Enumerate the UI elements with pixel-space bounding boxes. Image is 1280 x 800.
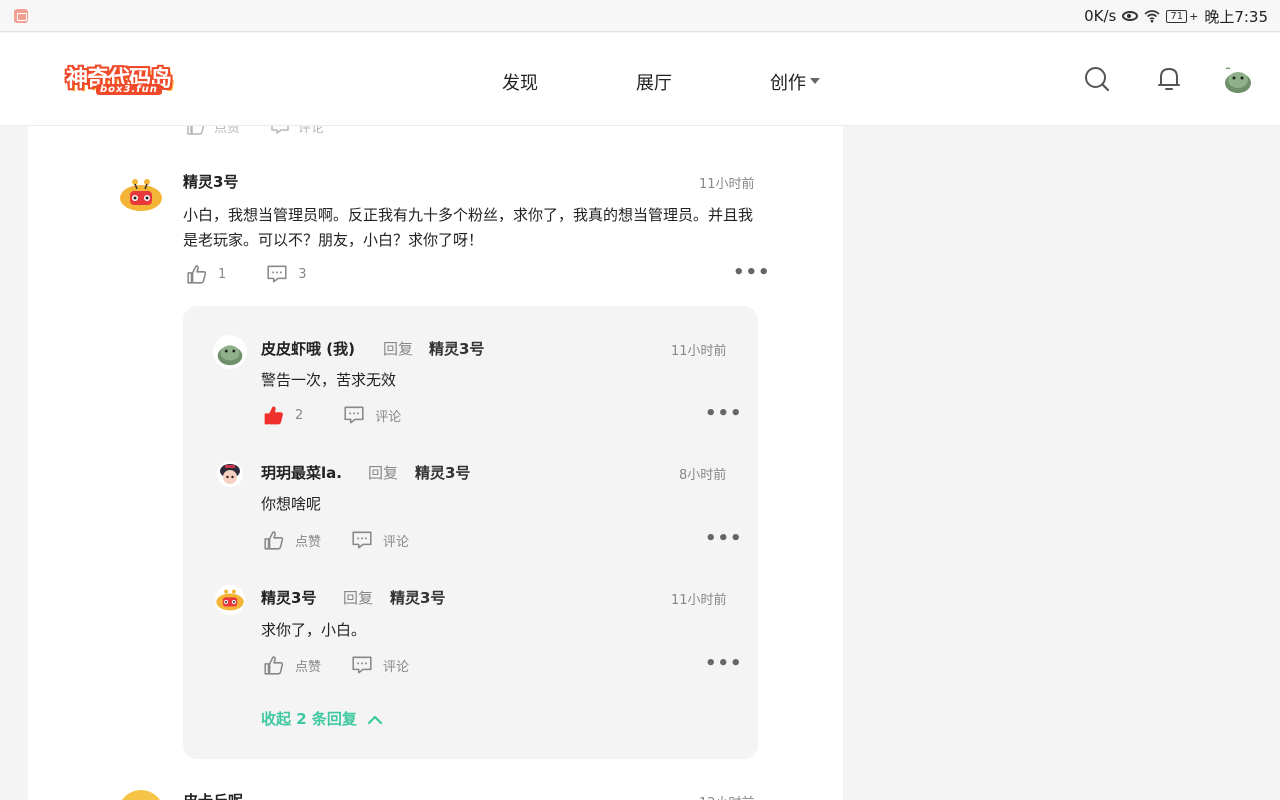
comment-button[interactable]: 评论 (351, 654, 409, 676)
like-count: 1 (218, 266, 227, 282)
reply-time: 8小时前 (679, 468, 727, 483)
logo-subtext: box3.fun (96, 84, 162, 95)
comment-icon (352, 531, 372, 549)
nav-create[interactable]: 创作 (770, 69, 820, 95)
more-icon[interactable]: ••• (733, 262, 771, 283)
status-indicators: 0K/s 71 + 晚上7:35 (1084, 6, 1268, 26)
like-label: 点赞 (295, 534, 322, 550)
more-icon[interactable]: ••• (733, 126, 764, 133)
comment-author[interactable]: 精灵3号 (183, 171, 238, 192)
caret-down-icon (810, 78, 820, 84)
like-button[interactable]: 点赞 (263, 529, 321, 551)
comment-author[interactable]: 皮卡丘呢 (183, 790, 243, 800)
reply-author[interactable]: 精灵3号 (261, 587, 316, 608)
mail-app-icon (14, 9, 28, 23)
reply-avatar[interactable] (217, 461, 243, 487)
comment-count: 3 (298, 266, 307, 282)
replies-panel: 皮皮虾哦 (我) 回复 精灵3号 11小时前 警告一次，苦求无效 2 评论 ••… (183, 306, 758, 759)
reply-label: 回复 (383, 340, 414, 358)
reply-text: 警告一次，苦求无效 (261, 371, 397, 389)
reply-label: 回复 (368, 464, 399, 482)
reply-label: 回复 (343, 589, 374, 607)
more-icon[interactable]: ••• (705, 403, 743, 424)
like-button[interactable]: 点赞 (186, 126, 240, 136)
thumbs-up-icon (187, 265, 207, 284)
comment-icon (267, 265, 287, 283)
site-header: 神奇代码岛 box3.fun 发现 展厅 创作 (0, 33, 1280, 126)
more-icon[interactable]: ••• (705, 653, 743, 674)
comment-icon (344, 406, 364, 424)
battery-level: 71 (1166, 9, 1188, 23)
comment-button[interactable]: 评论 (343, 404, 401, 426)
user-avatar[interactable] (1220, 61, 1256, 97)
collapse-replies-button[interactable]: 收起 2 条回复 (261, 708, 383, 729)
reply-actions: 点赞 评论 (263, 529, 409, 551)
chevron-up-icon (367, 715, 382, 724)
previous-comment-actions: 点赞 评论 (186, 126, 324, 136)
reply-author[interactable]: 玥玥最菜la. (261, 462, 342, 483)
nav-discover[interactable]: 发现 (502, 69, 538, 95)
author-avatar[interactable] (118, 790, 164, 800)
comment-time: 11小时前 (699, 177, 755, 192)
nav-gallery[interactable]: 展厅 (636, 69, 672, 95)
comments-card: 点赞 评论 ••• 精灵3号 11小时前 小白，我想当管理员啊。反正我有九十多个… (28, 126, 843, 800)
comment-text: 小白，我想当管理员啊。反正我有九十多个粉丝，求你了，我真的想当管理员。并且我是老… (183, 206, 754, 249)
more-icon[interactable]: ••• (705, 528, 743, 549)
status-bar: 0K/s 71 + 晚上7:35 (0, 0, 1280, 32)
reply-avatar[interactable] (213, 335, 247, 369)
comment-time: 12小时前 (699, 792, 755, 800)
site-logo[interactable]: 神奇代码岛 box3.fun (66, 61, 180, 101)
author-avatar[interactable] (118, 172, 164, 218)
thumbs-up-icon (187, 126, 205, 135)
like-label: 点赞 (295, 659, 322, 675)
like-label: 点赞 (214, 126, 241, 136)
reply-avatar[interactable] (215, 585, 245, 615)
thumbs-up-icon (264, 531, 284, 550)
eye-icon (1122, 11, 1139, 21)
like-button[interactable]: 点赞 (263, 654, 321, 676)
wifi-icon (1144, 10, 1160, 23)
comment-icon (271, 126, 289, 134)
comment-label: 评论 (375, 409, 402, 425)
reply-actions: 2 评论 (263, 404, 401, 426)
comment-button[interactable]: 3 (266, 263, 307, 285)
clock: 晚上7:35 (1204, 7, 1268, 26)
comment-button[interactable]: 评论 (270, 126, 324, 136)
reply-time: 11小时前 (671, 593, 727, 608)
search-icon[interactable] (1084, 66, 1110, 92)
charging-icon: + (1189, 9, 1199, 23)
bell-icon[interactable] (1156, 65, 1182, 93)
reply-target[interactable]: 精灵3号 (415, 462, 470, 483)
network-speed: 0K/s (1084, 7, 1117, 25)
reply-text: 你想啥呢 (261, 495, 322, 513)
thumbs-up-filled-icon (264, 406, 283, 425)
reply-text: 求你了，小白。 (261, 621, 367, 639)
like-button[interactable]: 2 (263, 404, 303, 426)
nav-create-label: 创作 (770, 73, 806, 94)
reply-target[interactable]: 精灵3号 (390, 587, 445, 608)
comment-label: 评论 (298, 126, 325, 136)
comment-actions: 1 3 (186, 263, 307, 285)
reply-target[interactable]: 精灵3号 (429, 338, 484, 359)
comment-label: 评论 (383, 659, 410, 675)
like-button[interactable]: 1 (186, 263, 226, 285)
reply-actions: 点赞 评论 (263, 654, 409, 676)
comment-label: 评论 (383, 534, 410, 550)
like-count: 2 (295, 407, 304, 423)
thumbs-up-icon (264, 656, 284, 675)
reply-time: 11小时前 (671, 344, 727, 359)
collapse-label: 收起 2 条回复 (261, 710, 357, 728)
comment-button[interactable]: 评论 (351, 529, 409, 551)
reply-author[interactable]: 皮皮虾哦 (我) (261, 338, 355, 359)
comment-icon (352, 656, 372, 674)
